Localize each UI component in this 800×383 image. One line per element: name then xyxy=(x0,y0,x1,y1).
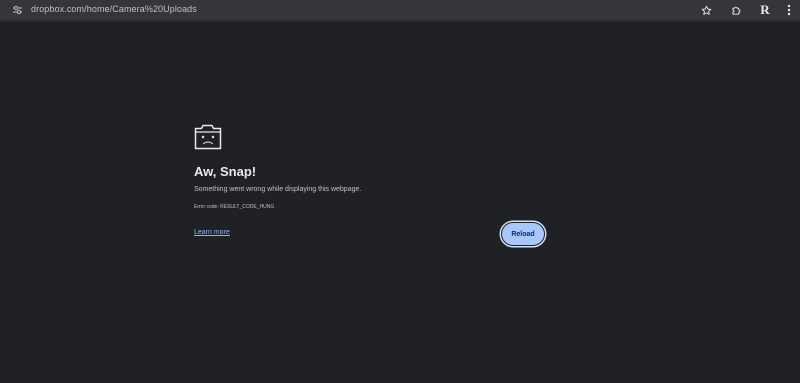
error-message: Something went wrong while displaying th… xyxy=(194,186,362,193)
star-icon[interactable] xyxy=(699,3,713,17)
browser-toolbar: dropbox.com/home/Camera%20Uploads R xyxy=(0,0,800,20)
error-heading: Aw, Snap! xyxy=(194,164,257,179)
error-code: Error code: RESULT_CODE_HUNG xyxy=(194,204,275,210)
profile-avatar[interactable]: R xyxy=(758,3,772,17)
sad-tab-icon xyxy=(194,124,222,150)
puzzle-icon[interactable] xyxy=(729,3,743,17)
site-info-icon[interactable] xyxy=(11,4,24,16)
learn-more-link[interactable]: Learn more xyxy=(194,229,230,236)
toolbar-divider xyxy=(0,20,800,22)
address-bar-url[interactable]: dropbox.com/home/Camera%20Uploads xyxy=(31,4,197,14)
reload-button[interactable]: Reload xyxy=(501,222,545,246)
more-vert-icon[interactable] xyxy=(782,3,796,17)
